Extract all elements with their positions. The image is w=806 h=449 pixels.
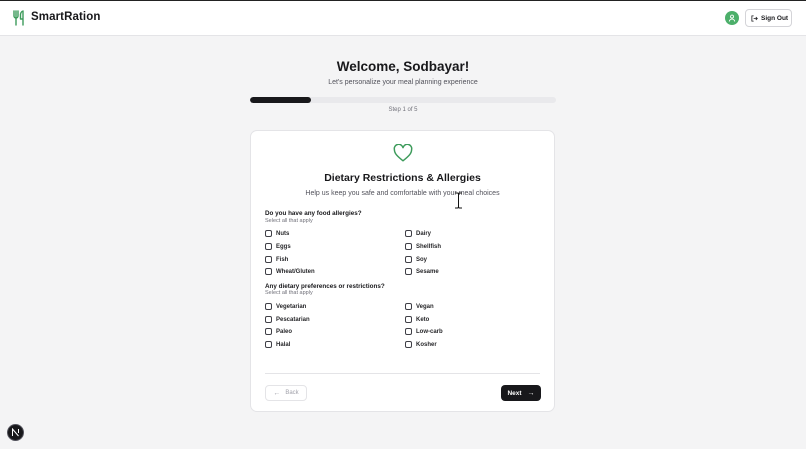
preference-option-halal[interactable]: Halal xyxy=(265,341,290,348)
allergy-option-fish[interactable]: Fish xyxy=(265,256,288,263)
sign-out-button[interactable]: Sign Out xyxy=(745,9,792,27)
next-button[interactable]: Next → xyxy=(501,385,541,401)
progress-bar xyxy=(250,97,556,103)
option-label: Kosher xyxy=(416,341,437,348)
option-label: Keto xyxy=(416,316,430,323)
checkbox[interactable] xyxy=(265,303,272,310)
option-label: Vegan xyxy=(416,303,434,310)
sign-out-label: Sign Out xyxy=(761,14,789,22)
option-label: Halal xyxy=(276,341,291,348)
checkbox[interactable] xyxy=(265,243,272,250)
n-logo-icon xyxy=(12,428,19,437)
allergies-question: Do you have any food allergies? xyxy=(265,210,362,217)
option-label: Eggs xyxy=(276,243,291,250)
checkbox[interactable] xyxy=(405,316,412,323)
allergy-option-shellfish[interactable]: Shellfish xyxy=(405,243,441,250)
allergy-option-nuts[interactable]: Nuts xyxy=(265,230,289,237)
checkbox[interactable] xyxy=(265,316,272,323)
checkbox[interactable] xyxy=(405,256,412,263)
option-label: Dairy xyxy=(416,230,432,237)
checkbox[interactable] xyxy=(405,243,412,250)
dev-tools-badge[interactable] xyxy=(7,424,24,441)
utensils-icon xyxy=(13,10,24,26)
allergy-option-wheat-gluten[interactable]: Wheat/Gluten xyxy=(265,268,315,275)
step-indicator: Step 1 of 5 xyxy=(388,107,418,113)
option-label: Pescatarian xyxy=(276,316,310,323)
checkbox[interactable] xyxy=(405,303,412,310)
progress-fill xyxy=(250,97,312,103)
card-description: Help us keep you safe and comfortable wi… xyxy=(305,190,500,197)
preference-option-kosher[interactable]: Kosher xyxy=(405,341,437,348)
next-label: Next xyxy=(507,389,522,397)
preference-option-vegetarian[interactable]: Vegetarian xyxy=(265,303,306,310)
option-label: Wheat/Gluten xyxy=(276,268,315,275)
user-icon xyxy=(728,14,736,22)
option-label: Vegetarian xyxy=(276,303,307,310)
checkbox[interactable] xyxy=(265,328,272,335)
option-label: Low-carb xyxy=(416,328,443,335)
brand-name[interactable]: SmartRation xyxy=(31,11,100,23)
divider xyxy=(265,373,540,374)
allergy-option-soy[interactable]: Soy xyxy=(405,256,427,263)
arrow-left-icon: ← xyxy=(273,389,281,397)
back-button[interactable]: ← Back xyxy=(265,385,307,401)
preference-option-paleo[interactable]: Paleo xyxy=(265,328,292,335)
preference-option-pescatarian[interactable]: Pescatarian xyxy=(265,316,310,323)
checkbox[interactable] xyxy=(405,230,412,237)
allergy-option-eggs[interactable]: Eggs xyxy=(265,243,291,250)
text-cursor-icon xyxy=(455,192,462,209)
option-label: Paleo xyxy=(276,328,293,335)
card-title: Dietary Restrictions & Allergies xyxy=(324,172,481,184)
top-navbar: SmartRation Sign Out xyxy=(0,1,806,36)
dietary-card: Dietary Restrictions & Allergies Help us… xyxy=(250,130,555,412)
option-label: Soy xyxy=(416,256,428,263)
avatar[interactable] xyxy=(725,11,739,25)
arrow-right-icon: → xyxy=(527,389,535,397)
checkbox[interactable] xyxy=(405,328,412,335)
option-label: Nuts xyxy=(276,230,290,237)
allergies-hint: Select all that apply xyxy=(265,218,313,224)
preferences-question: Any dietary preferences or restrictions? xyxy=(265,283,385,290)
option-label: Sesame xyxy=(416,268,439,275)
preference-option-vegan[interactable]: Vegan xyxy=(405,303,434,310)
option-label: Shellfish xyxy=(416,243,442,250)
checkbox[interactable] xyxy=(265,268,272,275)
heart-icon xyxy=(393,144,413,162)
preference-option-keto[interactable]: Keto xyxy=(405,316,429,323)
allergy-option-dairy[interactable]: Dairy xyxy=(405,230,431,237)
back-label: Back xyxy=(285,390,299,396)
preference-option-low-carb[interactable]: Low-carb xyxy=(405,328,443,335)
checkbox[interactable] xyxy=(405,341,412,348)
checkbox[interactable] xyxy=(265,256,272,263)
checkbox[interactable] xyxy=(265,230,272,237)
checkbox[interactable] xyxy=(265,341,272,348)
page-title: Welcome, Sodbayar! xyxy=(336,59,470,74)
checkbox[interactable] xyxy=(405,268,412,275)
option-label: Fish xyxy=(276,256,289,263)
page-subtitle: Let's personalize your meal planning exp… xyxy=(328,79,478,86)
allergy-option-sesame[interactable]: Sesame xyxy=(405,268,439,275)
preferences-hint: Select all that apply xyxy=(265,290,313,296)
log-out-icon xyxy=(751,14,758,22)
